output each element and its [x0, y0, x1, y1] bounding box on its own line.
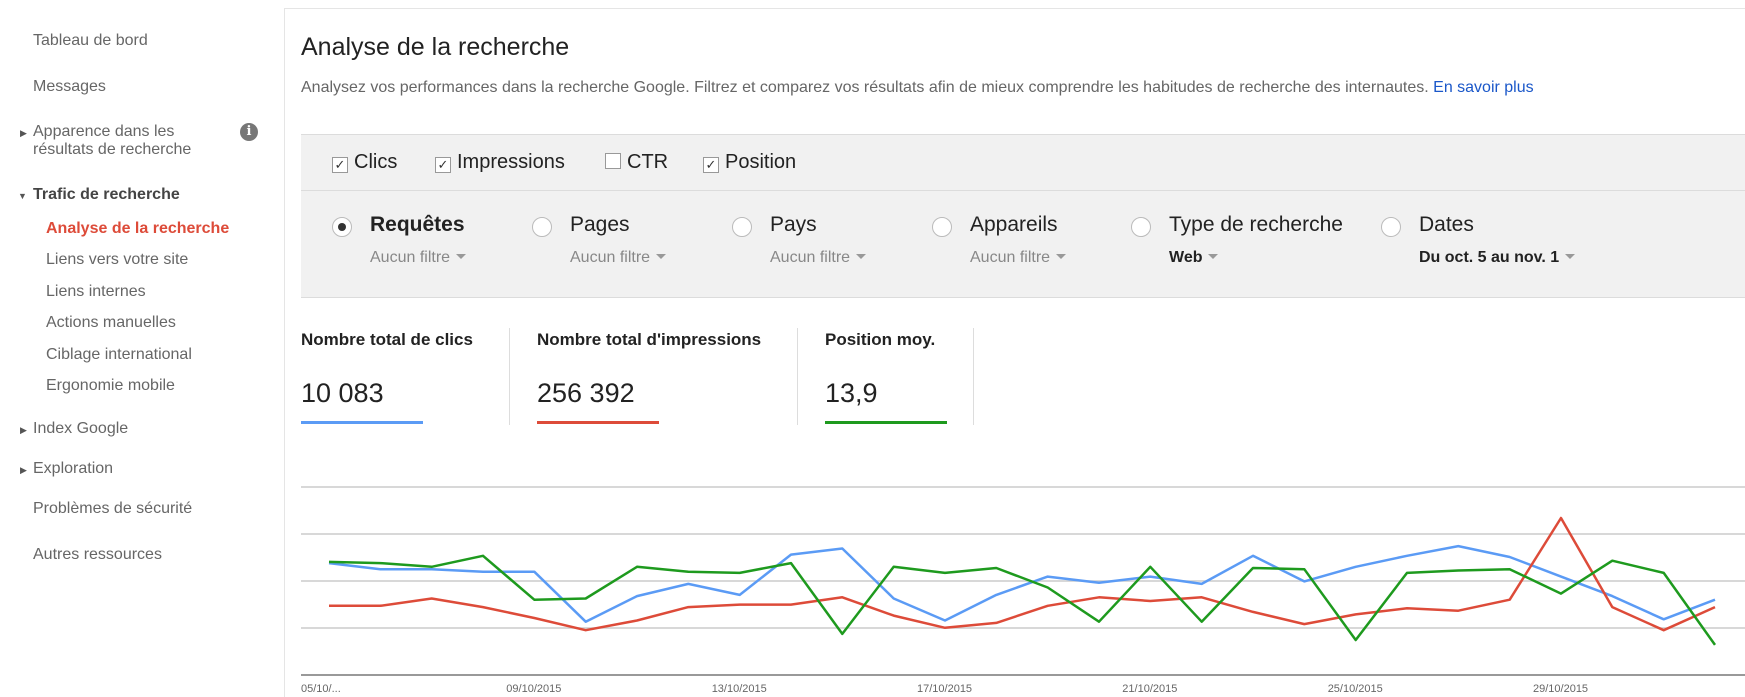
- expand-arrow-icon[interactable]: ▶: [20, 128, 27, 139]
- sidebar-item-label: Apparence dans les: [33, 123, 175, 140]
- radio-circle: [1131, 217, 1151, 237]
- sidebar-item-messages[interactable]: Messages: [33, 78, 106, 96]
- checkbox-box: ✓: [332, 157, 348, 173]
- radio-circle: [932, 217, 952, 237]
- stat-label: Position moy.: [825, 330, 936, 349]
- chevron-down-icon: [1056, 254, 1067, 259]
- sidebar-subitem-links-to-site[interactable]: Liens vers votre site: [46, 251, 188, 269]
- x-tick-label: 05/10/...: [301, 683, 341, 695]
- checkbox-clicks[interactable]: ✓ Clics: [332, 151, 397, 174]
- page-description: Analysez vos performances dans la recher…: [301, 79, 1534, 97]
- checkbox-box: ✓: [435, 157, 451, 173]
- x-tick-label: 13/10/2015: [712, 683, 767, 695]
- filter-dropdown[interactable]: Aucun filtre: [370, 249, 467, 267]
- radio-label: Dates: [1419, 213, 1474, 236]
- sidebar-item-security-issues[interactable]: Problèmes de sécurité: [33, 500, 192, 518]
- filter-panel: ✓ Clics ✓ Impressions CTR ✓ Position Requêt…: [301, 134, 1745, 298]
- stat-value: 13,9: [825, 378, 878, 408]
- filter-dropdown[interactable]: Aucun filtre: [570, 249, 667, 267]
- info-icon[interactable]: i: [240, 123, 258, 141]
- stat-color-bar: [301, 421, 423, 424]
- checkbox-label: Clics: [354, 151, 398, 173]
- stat-divider: [973, 328, 974, 425]
- chevron-down-icon: [456, 254, 467, 259]
- x-tick-label: 09/10/2015: [506, 683, 561, 695]
- radio-label: Pages: [570, 213, 630, 236]
- expand-arrow-icon[interactable]: ▶: [20, 425, 27, 436]
- expand-arrow-icon[interactable]: ▶: [20, 465, 27, 476]
- stat-value: 256 392: [537, 378, 635, 408]
- x-tick-label: 29/10/2015: [1533, 683, 1588, 695]
- x-tick-label: 21/10/2015: [1122, 683, 1177, 695]
- checkbox-box: [605, 153, 621, 169]
- radio-circle: [532, 217, 552, 237]
- sidebar-subitem-international-targeting[interactable]: Ciblage international: [46, 346, 192, 364]
- stat-color-bar: [537, 421, 659, 424]
- filter-dropdown[interactable]: Aucun filtre: [970, 249, 1067, 267]
- stat-avg-position[interactable]: Position moy. 13,9: [825, 330, 947, 424]
- learn-more-link[interactable]: En savoir plus: [1433, 79, 1534, 96]
- x-tick-label: 25/10/2015: [1328, 683, 1383, 695]
- sidebar-subitem-mobile-usability[interactable]: Ergonomie mobile: [46, 377, 175, 395]
- sidebar-subitem-manual-actions[interactable]: Actions manuelles: [46, 314, 176, 332]
- checkbox-label: Impressions: [457, 151, 565, 173]
- stat-value: 10 083: [301, 378, 384, 408]
- checkbox-box: ✓: [703, 157, 719, 173]
- sidebar-item-google-index[interactable]: Index Google: [33, 420, 128, 438]
- radio-label: Type de recherche: [1169, 213, 1343, 236]
- stat-total-impressions[interactable]: Nombre total d'impressions 256 392: [537, 330, 762, 424]
- sidebar-nav: Tableau de bord Messages ▶ Apparence dan…: [0, 8, 285, 697]
- radio-label: Pays: [770, 213, 817, 236]
- collapse-arrow-icon[interactable]: ▼: [18, 191, 27, 201]
- sidebar-subitem-internal-links[interactable]: Liens internes: [46, 283, 146, 301]
- checkbox-position[interactable]: ✓ Position: [703, 151, 796, 174]
- filter-dropdown[interactable]: Du oct. 5 au nov. 1: [1419, 249, 1576, 267]
- chevron-down-icon: [656, 254, 667, 259]
- stat-label: Nombre total de clics: [301, 330, 473, 349]
- radio-circle: [332, 217, 352, 237]
- checkbox-label: Position: [725, 151, 797, 173]
- checkbox-impressions[interactable]: ✓ Impressions: [435, 151, 565, 174]
- sidebar-subitem-search-analytics[interactable]: Analyse de la recherche: [46, 220, 229, 238]
- chevron-down-icon: [856, 254, 867, 259]
- sidebar-item-dashboard[interactable]: Tableau de bord: [33, 32, 148, 50]
- radio-label: Appareils: [970, 213, 1058, 236]
- panel-divider: [301, 190, 1745, 191]
- checkbox-label: CTR: [627, 151, 669, 173]
- radio-circle: [732, 217, 752, 237]
- sidebar-item-other-resources[interactable]: Autres ressources: [33, 546, 162, 564]
- radio-label: Requêtes: [370, 213, 465, 236]
- filter-dropdown[interactable]: Aucun filtre: [770, 249, 867, 267]
- sidebar-item-crawl[interactable]: Exploration: [33, 460, 113, 478]
- stat-color-bar: [825, 421, 947, 424]
- chevron-down-icon: [1565, 254, 1576, 259]
- performance-line-chart[interactable]: 05/10/... 09/10/2015 13/10/2015 17/10/2015 2…: [301, 480, 1745, 697]
- stat-total-clicks[interactable]: Nombre total de clics 10 083: [301, 330, 473, 424]
- description-text: Analysez vos performances dans la recher…: [301, 79, 1429, 96]
- radio-circle: [1381, 217, 1401, 237]
- checkbox-ctr[interactable]: CTR: [605, 151, 668, 174]
- sidebar-item-search-traffic[interactable]: Trafic de recherche: [33, 186, 180, 204]
- stat-divider: [509, 328, 510, 425]
- series-line-clics[interactable]: [328, 544, 1716, 623]
- sidebar-item-label-line2: résultats de recherche: [33, 141, 192, 158]
- sidebar-item-search-appearance[interactable]: Apparence dans les résultats de recherch…: [33, 123, 191, 159]
- page-title: Analyse de la recherche: [301, 33, 570, 61]
- stat-label: Nombre total d'impressions: [537, 330, 762, 349]
- chevron-down-icon: [1208, 254, 1219, 259]
- filter-dropdown[interactable]: Web: [1169, 249, 1219, 267]
- stat-divider: [797, 328, 798, 425]
- x-tick-label: 17/10/2015: [917, 683, 972, 695]
